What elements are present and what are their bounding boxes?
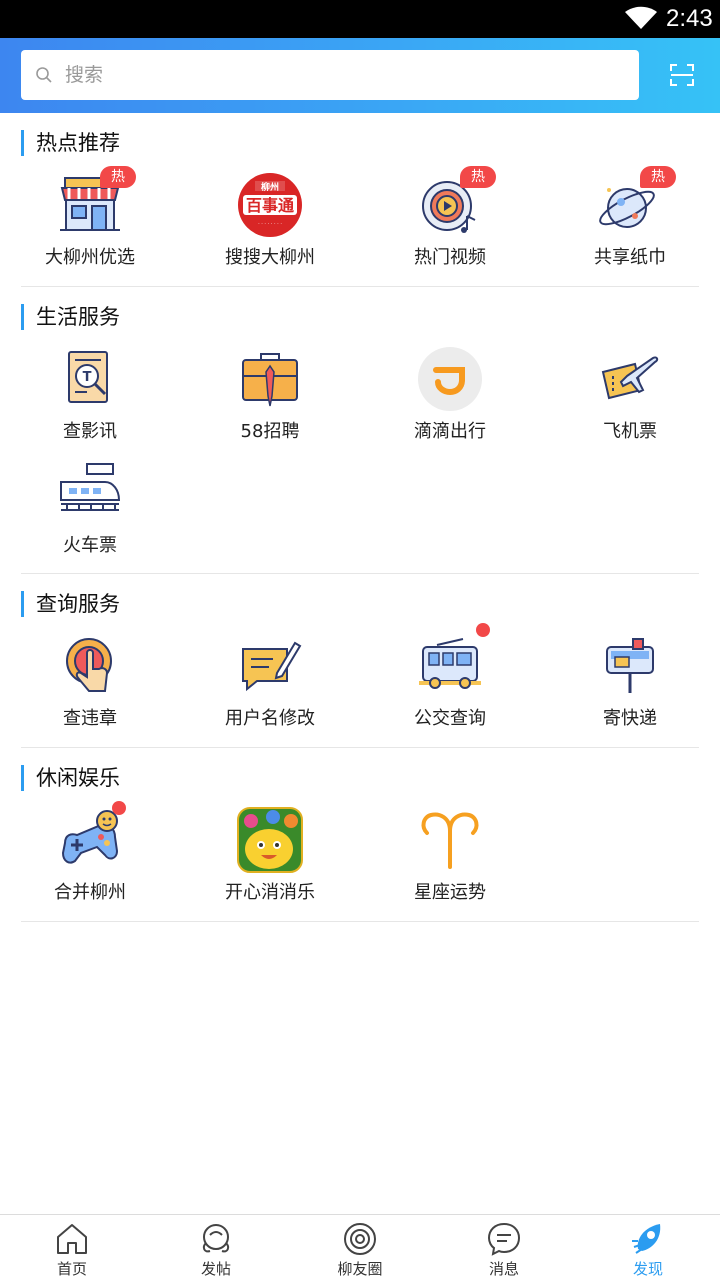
nav-label: 发帖 — [200, 1260, 231, 1278]
nav-item-post[interactable]: 发帖 — [144, 1215, 288, 1280]
grid-item-label: 公交查询 — [414, 708, 486, 729]
grid-item-label: 热门视频 — [414, 247, 486, 268]
grid-item-bus-query[interactable]: 公交查询 — [360, 623, 540, 743]
grid-item-plane-ticket[interactable]: 飞机票 — [540, 346, 720, 456]
grid-item-label: 共享纸巾 — [594, 247, 666, 268]
wifi-icon — [625, 6, 657, 29]
grid-item-58-jobs[interactable]: 58招聘 — [180, 346, 360, 456]
status-bar: 2:43 — [0, 0, 720, 38]
post-icon — [202, 1224, 230, 1253]
home-icon — [57, 1224, 87, 1254]
search-input[interactable]: 搜索 — [21, 50, 639, 100]
nav-label: 柳友圈 — [337, 1260, 383, 1278]
section-title-fun: 休闲娱乐 — [21, 765, 120, 791]
search-icon — [36, 67, 52, 83]
grid-item-happy-elimination[interactable]: 开心消消乐 — [180, 807, 360, 917]
mailbox-icon — [606, 638, 654, 693]
divider — [21, 573, 699, 574]
grid-item-label: 大柳州优选 — [45, 247, 135, 268]
nav-label: 消息 — [488, 1260, 519, 1278]
grid-item-label: 飞机票 — [603, 421, 657, 442]
svg-text:· · · · · · · ·: · · · · · · · · — [258, 221, 282, 227]
notification-dot — [112, 801, 126, 815]
grid-item-label: 寄快递 — [603, 708, 657, 729]
grid-item-hebing-liuzhou[interactable]: 合并柳州 — [0, 801, 180, 917]
train-icon — [60, 463, 121, 511]
section-title-query: 查询服务 — [21, 591, 120, 617]
grid-item-label: 火车票 — [63, 535, 117, 556]
hot-badge: 热 — [100, 166, 136, 188]
grid-item-label: 58招聘 — [240, 421, 300, 442]
grid-item-didi[interactable]: 滴滴出行 — [360, 346, 540, 456]
section-title-life: 生活服务 — [21, 304, 120, 330]
clock: 2:43 — [666, 5, 713, 32]
grid-item-dalz-youxuan[interactable]: 热 大柳州优选 — [0, 166, 180, 282]
search-placeholder: 搜索 — [65, 64, 104, 86]
svg-text:柳州: 柳州 — [261, 181, 279, 193]
gamepad-icon — [61, 810, 119, 864]
briefcase-icon — [242, 353, 298, 407]
grid-item-shared-tissue[interactable]: 热 共享纸巾 — [540, 166, 720, 282]
divider — [21, 747, 699, 748]
hot-badge: 热 — [640, 166, 676, 188]
nav-item-home[interactable]: 首页 — [0, 1215, 144, 1280]
message-icon — [487, 1222, 521, 1256]
grid-item-label: 查违章 — [63, 708, 117, 729]
plane-ticket-icon — [601, 356, 659, 400]
nav-item-circle[interactable]: 柳友圈 — [288, 1215, 432, 1280]
divider — [21, 921, 699, 922]
section-title-hot: 热点推荐 — [21, 130, 120, 156]
grid-item-label: 星座运势 — [414, 882, 486, 903]
nav-label: 发现 — [632, 1260, 663, 1278]
grid-item-label: 查影讯 — [63, 421, 117, 442]
grid-item-traffic-violation[interactable]: 查违章 — [0, 633, 180, 743]
grid-item-train-ticket[interactable]: 火车票 — [0, 460, 180, 570]
edit-message-icon — [242, 641, 302, 692]
grid-item-label: 滴滴出行 — [414, 421, 486, 442]
grid-item-movie-info[interactable]: T 查影讯 — [0, 346, 180, 456]
bus-icon — [419, 638, 481, 689]
notification-dot — [476, 623, 490, 637]
rocket-icon — [632, 1224, 661, 1254]
nav-item-messages[interactable]: 消息 — [432, 1215, 576, 1280]
grid-item-label: 开心消消乐 — [225, 882, 315, 903]
baishitong-logo-icon: 柳州 百事通 · · · · · · · · — [238, 173, 302, 237]
grid-item-horoscope[interactable]: 星座运势 — [360, 807, 540, 917]
hand-button-icon — [66, 638, 112, 692]
nav-label: 首页 — [56, 1260, 87, 1278]
circle-icon — [344, 1223, 376, 1255]
grid-item-express[interactable]: 寄快递 — [540, 633, 720, 743]
happy-elimination-icon — [237, 807, 303, 873]
grid-item-hot-video[interactable]: 热 热门视频 — [360, 166, 540, 282]
grid-item-username-edit[interactable]: 用户名修改 — [180, 633, 360, 743]
grid-item-label: 合并柳州 — [54, 882, 126, 903]
svg-text:T: T — [83, 370, 92, 385]
scan-icon[interactable] — [670, 64, 694, 86]
hot-badge: 热 — [460, 166, 496, 188]
grid-item-label: 搜搜大柳州 — [225, 247, 315, 268]
aries-icon — [421, 812, 479, 869]
movie-search-icon: T — [68, 351, 108, 403]
svg-text:百事通: 百事通 — [246, 196, 294, 215]
nav-item-discover[interactable]: 发现 — [576, 1215, 720, 1280]
bottom-nav: 首页 发帖 柳友圈 消息 发现 — [0, 1214, 720, 1280]
divider — [21, 286, 699, 287]
didi-icon — [418, 347, 482, 411]
grid-item-label: 用户名修改 — [225, 708, 315, 729]
header: 搜索 — [0, 38, 720, 113]
grid-item-sousou-dalz[interactable]: 柳州 百事通 · · · · · · · · 搜搜大柳州 — [180, 172, 360, 282]
